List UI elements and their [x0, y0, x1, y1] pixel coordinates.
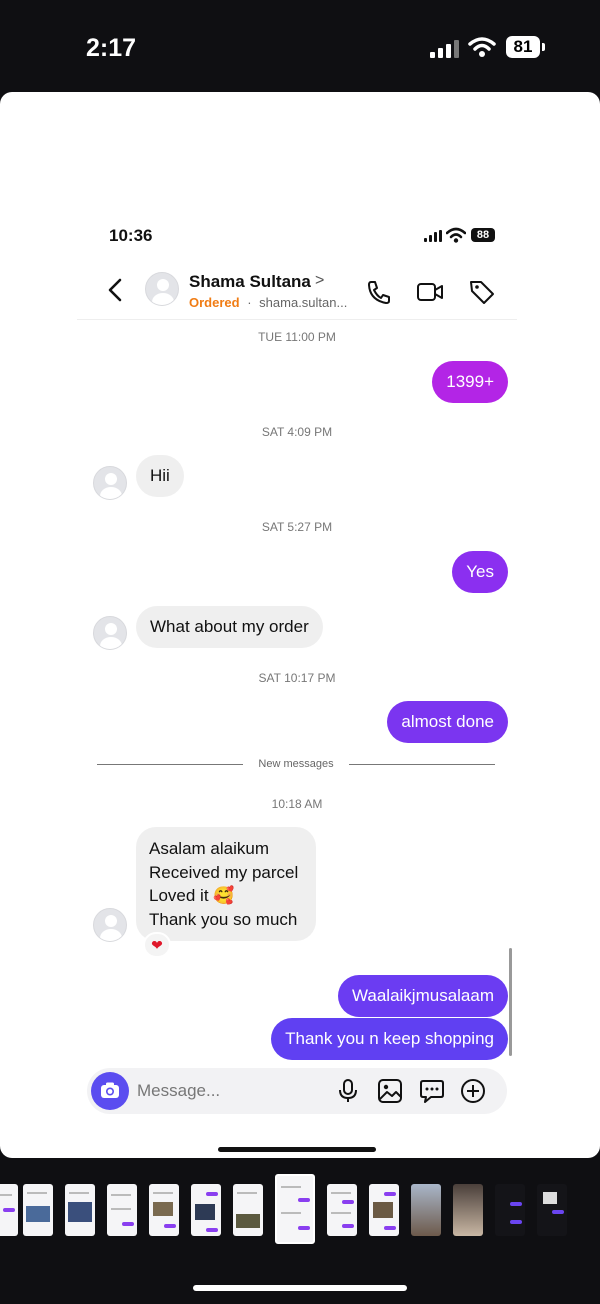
new-messages-divider: New messages [97, 756, 495, 772]
outer-battery-icon: 81 [506, 36, 540, 58]
incoming-message[interactable]: Asalam alaikum Received my parcel Loved … [136, 827, 317, 941]
thumbnail[interactable] [191, 1184, 221, 1236]
thumbnail[interactable] [149, 1184, 179, 1236]
message-composer: Message... [87, 1068, 507, 1114]
thumbnail[interactable] [537, 1184, 567, 1236]
contact-username: shama.sultan... [259, 295, 348, 310]
phone-icon[interactable] [365, 278, 393, 306]
incoming-message[interactable]: Hii [136, 455, 184, 497]
chat-screenshot: 10:36 88 Shama Sultana > Ordered · shama… [77, 210, 517, 1158]
outgoing-message[interactable]: 1399+ [432, 361, 508, 403]
sender-avatar [93, 616, 127, 650]
chat-header: Shama Sultana > Ordered · shama.sultan..… [77, 262, 517, 320]
contact-avatar[interactable] [145, 272, 179, 306]
home-indicator [218, 1147, 376, 1152]
outgoing-message[interactable]: Thank you n keep shopping [271, 1018, 508, 1060]
timestamp: TUE 11:00 PM [258, 330, 336, 344]
outgoing-message[interactable]: Waalaikjmusalaam [337, 975, 508, 1017]
sender-avatar [93, 908, 127, 942]
thumbnail[interactable] [453, 1184, 483, 1236]
thumbnail[interactable] [233, 1184, 263, 1236]
chevron-right-icon: > [315, 272, 325, 289]
outer-signal-icon [430, 38, 460, 58]
incoming-message[interactable]: What about my order [136, 606, 323, 648]
inner-wifi-icon [446, 227, 466, 243]
new-messages-label: New messages [258, 758, 334, 770]
message-line: Received my parcel [149, 862, 299, 882]
tag-icon[interactable] [468, 278, 496, 306]
timestamp: SAT 10:17 PM [258, 671, 336, 685]
camera-button[interactable] [91, 1072, 129, 1110]
sticker-icon[interactable] [419, 1078, 445, 1104]
heart-reaction-icon[interactable]: ❤ [143, 932, 171, 958]
subtitle-separator: · [247, 295, 252, 310]
thumbnail[interactable] [107, 1184, 137, 1236]
inner-time: 10:36 [109, 226, 153, 245]
thumbnail[interactable] [495, 1184, 525, 1236]
home-indicator-outer [193, 1285, 407, 1291]
sender-avatar [93, 466, 127, 500]
order-status: Ordered [189, 295, 240, 310]
thumbnail-strip [0, 1170, 600, 1250]
scrollbar[interactable] [509, 948, 512, 1056]
inner-signal-icon [424, 230, 442, 242]
outgoing-message[interactable]: Yes [452, 551, 508, 593]
thumbnail[interactable] [411, 1184, 441, 1236]
back-icon[interactable] [105, 277, 125, 303]
thumbnail-selected[interactable] [275, 1174, 315, 1244]
timestamp: 10:18 AM [271, 797, 323, 811]
outer-wifi-icon [468, 37, 496, 57]
timestamp: SAT 5:27 PM [261, 520, 333, 534]
plus-icon[interactable] [460, 1078, 486, 1104]
message-input[interactable]: Message... [137, 1081, 220, 1101]
message-line: Loved it 🥰 [149, 886, 235, 905]
inner-battery-icon: 88 [471, 228, 495, 242]
contact-name[interactable]: Shama Sultana [189, 272, 311, 292]
outer-time: 2:17 [86, 34, 137, 62]
thumbnail[interactable] [369, 1184, 399, 1236]
microphone-icon[interactable] [335, 1078, 361, 1104]
contact-subtitle: Ordered · shama.sultan... [189, 295, 347, 310]
thumbnail[interactable] [65, 1184, 95, 1236]
thumbnail[interactable] [327, 1184, 357, 1236]
message-line: Asalam alaikum [149, 839, 269, 858]
outer-status-bar: 2:17 81 [0, 0, 600, 92]
camera-icon [101, 1082, 119, 1098]
video-icon[interactable] [416, 278, 444, 306]
timestamp: SAT 4:09 PM [261, 425, 333, 439]
message-line: Thank you so much [149, 909, 298, 929]
outgoing-message[interactable]: almost done [387, 701, 508, 743]
thumbnail[interactable] [0, 1184, 18, 1236]
image-icon[interactable] [377, 1078, 403, 1104]
thumbnail[interactable] [23, 1184, 53, 1236]
